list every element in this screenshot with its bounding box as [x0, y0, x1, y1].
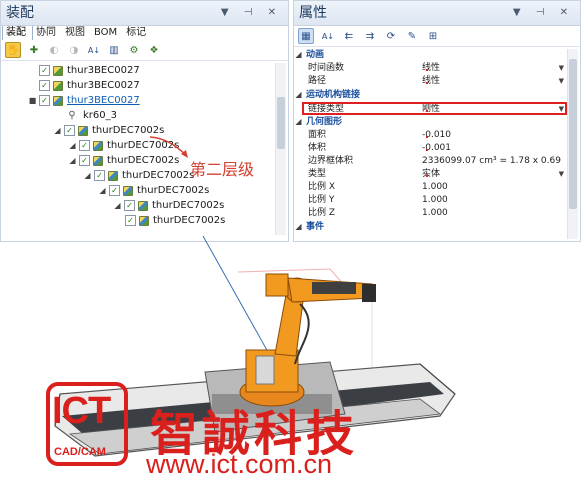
- company-url: www.ict.com.cn: [146, 449, 333, 479]
- ict-logo-text: ICT: [52, 390, 111, 432]
- cad-cam-label: CAD/CAM: [54, 446, 106, 458]
- robot-viewport[interactable]: ICT CAD/CAM 智誠科技 www.ict.com.cn: [0, 244, 581, 490]
- robot-wrist: [362, 284, 376, 302]
- annotation-arrow: [149, 136, 187, 156]
